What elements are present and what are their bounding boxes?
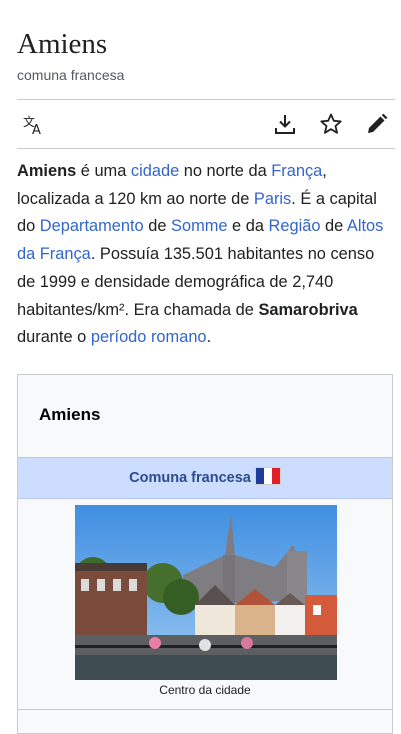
link-periodo-romano[interactable]: período romano — [91, 328, 207, 346]
text: é uma — [76, 162, 131, 180]
link-somme[interactable]: Somme — [171, 217, 227, 235]
infobox-header-band[interactable]: Comuna francesa — [18, 457, 392, 499]
page-title: Amiens — [17, 28, 108, 60]
language-icon[interactable]: 文 A — [22, 112, 46, 136]
image-caption: Centro da cidade — [159, 683, 251, 697]
link-departamento[interactable]: Departamento — [40, 217, 144, 235]
article-subject: Amiens — [17, 162, 77, 180]
star-icon[interactable] — [319, 112, 343, 136]
link-regiao[interactable]: Região — [269, 217, 321, 235]
intro-paragraph: Amiens é uma cidade no norte da França, … — [17, 158, 392, 352]
infobox: Amiens Comuna francesa Centro da cidade — [17, 374, 393, 734]
page-actions-toolbar: 文 A — [17, 100, 395, 148]
bold-samarobriva: Samarobriva — [258, 300, 358, 319]
text: de — [320, 217, 347, 236]
text: no norte da — [179, 162, 272, 180]
infobox-title: Amiens — [39, 405, 101, 424]
city-photo[interactable] — [75, 505, 337, 680]
svg-text:A: A — [32, 123, 41, 136]
edit-pencil-icon[interactable] — [365, 112, 389, 136]
link-franca[interactable]: França — [271, 162, 322, 180]
divider — [18, 709, 392, 710]
link-paris[interactable]: Paris — [254, 190, 291, 208]
link-cidade[interactable]: cidade — [131, 162, 179, 180]
france-flag-icon — [254, 467, 281, 485]
text: e da — [227, 217, 269, 236]
divider — [17, 148, 395, 149]
infobox-band-label[interactable]: Comuna francesa — [129, 470, 251, 486]
page-subtitle: comuna francesa — [17, 67, 125, 83]
text: de — [143, 217, 172, 236]
text: . — [206, 328, 212, 347]
download-icon[interactable] — [273, 112, 297, 136]
text: durante o — [17, 328, 91, 347]
